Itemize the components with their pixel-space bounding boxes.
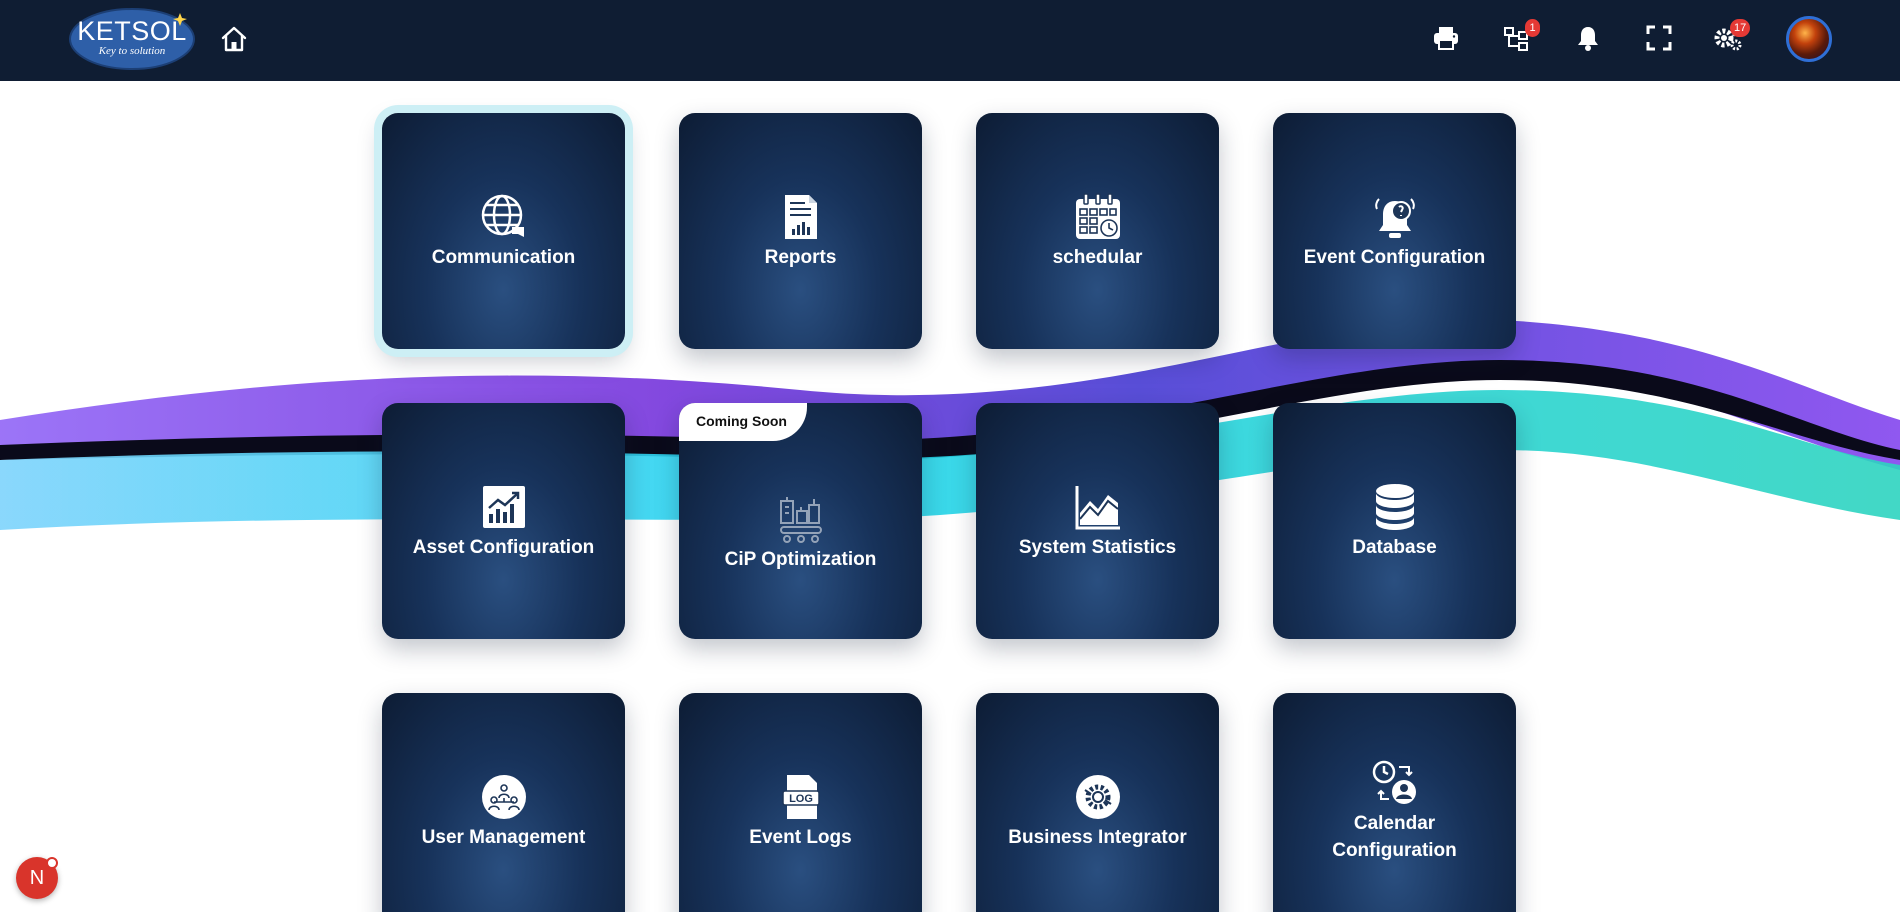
gears-icon [1073, 772, 1123, 822]
alarm-bell-icon [1370, 192, 1420, 242]
calendar-icon [1073, 192, 1123, 242]
tile-label: Calendar Configuration [1332, 813, 1457, 861]
tile-label: Database [1352, 536, 1437, 558]
tile-schedular[interactable]: schedular [976, 113, 1219, 349]
clock-user-icon [1370, 758, 1420, 808]
printer-icon[interactable] [1430, 22, 1462, 54]
tile-label: CiP Optimization [724, 548, 877, 570]
logo-name: KETSOL [77, 15, 187, 46]
fullscreen-icon[interactable] [1643, 22, 1675, 54]
tile-label: Asset Configuration [412, 536, 595, 558]
top-bar: KETSOL Key to solution 1 17 [0, 0, 1900, 81]
globe-chat-icon [479, 192, 529, 242]
line-chart-icon [1073, 482, 1123, 532]
coming-soon-ribbon: Coming Soon [679, 403, 807, 441]
tile-calendar-configuration[interactable]: Calendar Configuration [1273, 693, 1516, 912]
tile-event-logs[interactable]: LOG Event Logs [679, 693, 922, 912]
tile-label: schedular [1052, 246, 1143, 268]
tile-label: System Statistics [1018, 536, 1177, 558]
tile-cip-optimization[interactable]: Coming Soon CiP Optimization [679, 403, 922, 639]
company-logo[interactable]: KETSOL Key to solution [68, 7, 196, 71]
svg-text:LOG: LOG [789, 793, 813, 805]
tile-label: Reports [764, 246, 837, 268]
tile-asset-configuration[interactable]: Asset Configuration [382, 403, 625, 639]
log-file-icon: LOG [776, 772, 826, 822]
tile-label: User Management [421, 826, 586, 848]
tile-reports[interactable]: Reports [679, 113, 922, 349]
tile-label: Business Integrator [1008, 826, 1187, 848]
background-wave [0, 319, 1900, 530]
tile-label: Event Logs [749, 826, 852, 848]
tile-business-integrator[interactable]: Business Integrator [976, 693, 1219, 912]
logo-text: KETSOL Key to solution [68, 7, 196, 71]
report-icon [776, 192, 826, 242]
tile-database[interactable]: Database [1273, 403, 1516, 639]
user-avatar[interactable] [1786, 16, 1832, 62]
tile-user-management[interactable]: User Management [382, 693, 625, 912]
hierarchy-icon[interactable]: 1 [1501, 19, 1540, 54]
home-icon[interactable] [219, 24, 249, 54]
floating-button-label: N [29, 866, 45, 889]
logo-tagline: Key to solution [98, 44, 166, 57]
users-icon [479, 772, 529, 822]
tile-communication[interactable]: Communication [382, 113, 625, 349]
tile-event-configuration[interactable]: Event Configuration [1273, 113, 1516, 349]
growth-chart-icon [479, 482, 529, 532]
factory-icon [776, 494, 826, 544]
database-icon [1370, 482, 1420, 532]
floating-button-indicator [46, 857, 58, 869]
settings-badge: 17 [1730, 19, 1751, 37]
tile-label: Event Configuration [1303, 246, 1486, 268]
tile-label: Communication [431, 246, 576, 268]
tile-system-statistics[interactable]: System Statistics [976, 403, 1219, 639]
hierarchy-badge: 1 [1525, 19, 1540, 37]
bell-icon[interactable] [1572, 22, 1604, 54]
settings-icon[interactable]: 17 [1712, 19, 1751, 54]
page: KETSOL Key to solution 1 17 Communicatio… [0, 0, 1900, 912]
